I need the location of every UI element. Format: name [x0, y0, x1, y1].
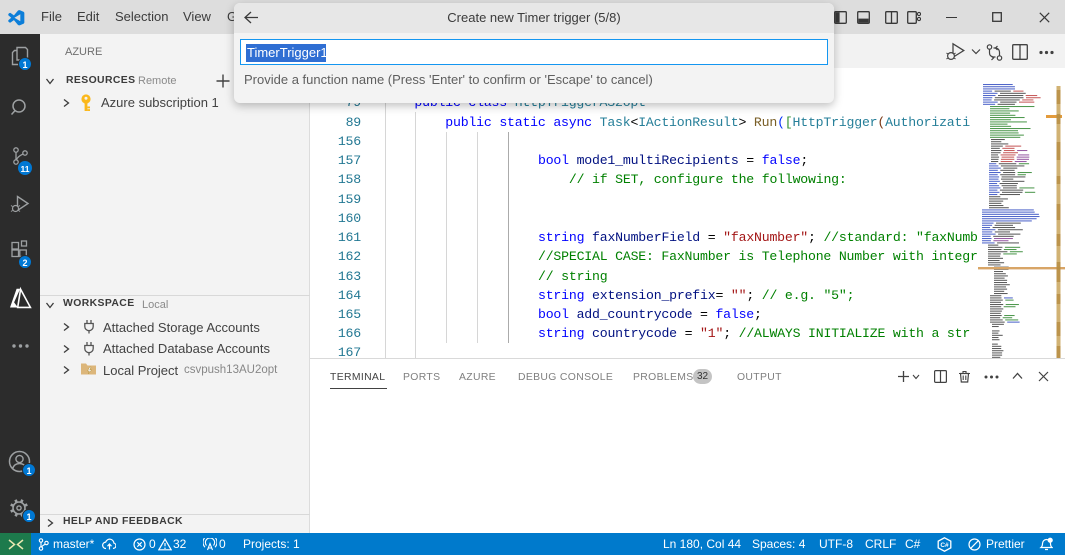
svg-text:C#: C#	[940, 542, 949, 549]
